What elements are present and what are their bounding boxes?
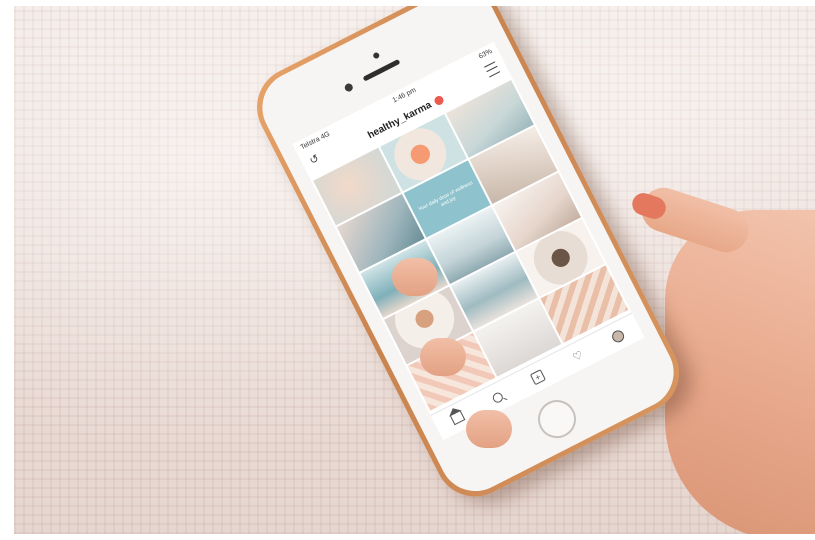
speaker-grille xyxy=(362,58,401,82)
home-button[interactable] xyxy=(531,393,583,445)
heart-icon[interactable]: ♡ xyxy=(569,347,588,366)
notification-badge[interactable] xyxy=(432,94,445,107)
add-post-icon[interactable]: + xyxy=(528,368,547,387)
front-camera-icon xyxy=(343,82,355,93)
search-icon[interactable] xyxy=(488,388,507,407)
frame-edge-left xyxy=(0,0,14,540)
profile-icon[interactable] xyxy=(609,327,628,346)
finger xyxy=(392,258,438,296)
frame-edge-bottom xyxy=(0,534,815,540)
finger xyxy=(420,338,466,376)
hand-palm xyxy=(665,210,815,540)
camera-icon xyxy=(372,51,381,60)
home-icon[interactable] xyxy=(448,409,467,428)
frame-edge-top xyxy=(0,0,815,6)
finger xyxy=(466,410,512,448)
